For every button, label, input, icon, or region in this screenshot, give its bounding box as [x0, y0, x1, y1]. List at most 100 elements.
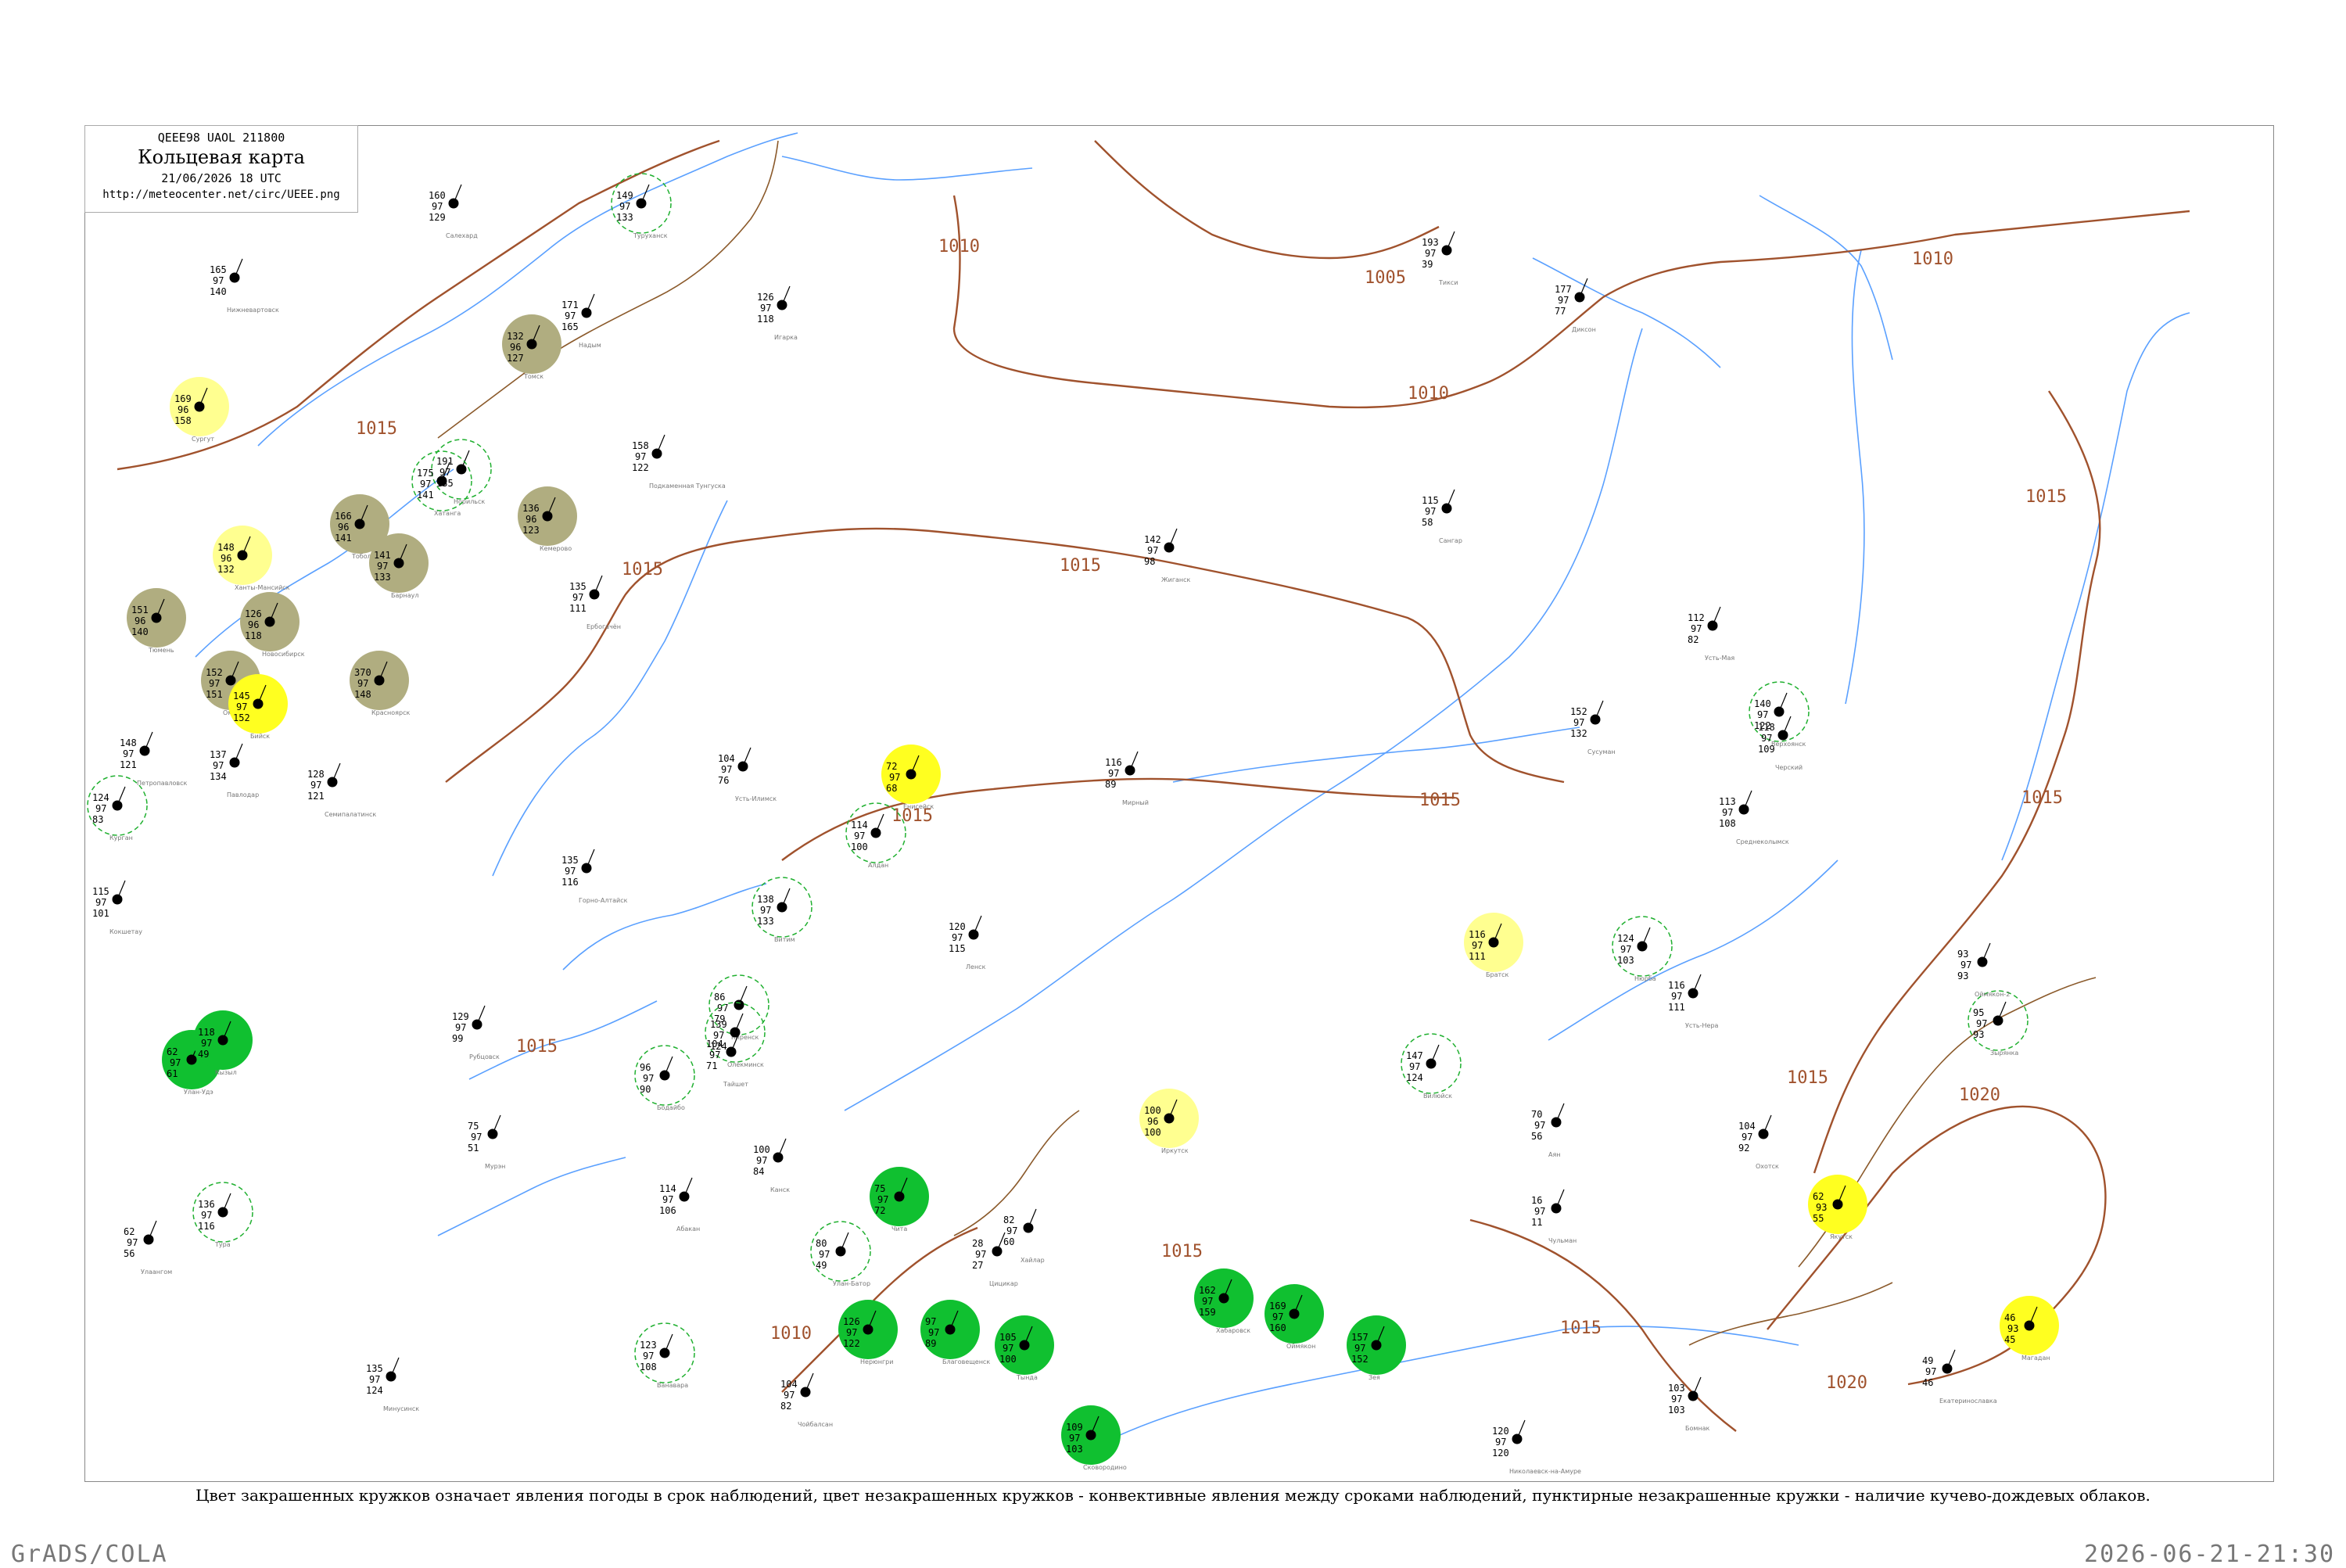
station-plot[interactable]: 15297132 Сусуман — [1570, 700, 1616, 755]
station-plot[interactable]: 11397108 Среднеколымск — [1719, 790, 1789, 845]
station-plot[interactable]: 15897122 Подкаменная Тунгуска — [632, 434, 726, 490]
station-plot[interactable]: 1049771 Тайшет — [706, 1032, 748, 1088]
station-plot[interactable]: 1299799 Рубцовск — [452, 1005, 500, 1060]
station-plot[interactable]: 959793 Зырянка — [1968, 990, 2029, 1057]
station-plot[interactable]: 809749 Улан-Батор — [810, 1221, 871, 1287]
station-plot[interactable]: 14797124 Вилюйск — [1401, 1033, 1462, 1100]
station-pressure: 97 — [1722, 807, 1733, 818]
station-plot[interactable]: 13597116 Горно-Алтайск — [561, 849, 628, 904]
station-plot[interactable]: 16097129 Салехард — [429, 184, 478, 239]
station-plot[interactable]: 1779777 Диксон — [1555, 278, 1596, 333]
station-plot[interactable]: 10597100 Тында — [995, 1315, 1054, 1381]
station-plot[interactable]: 12696118 Новосибирск — [240, 592, 305, 658]
station-pressure: 97 — [1761, 733, 1772, 744]
station-plot[interactable]: 13697116 Тура — [192, 1182, 253, 1248]
station-plot[interactable]: 169711 Чульман — [1531, 1189, 1577, 1244]
station-plot[interactable]: 1049782 Чойбалсан — [780, 1372, 833, 1428]
station-plot[interactable]: 469345 Магадан — [2000, 1296, 2059, 1362]
station-plot[interactable]: 19197135Норильск — [431, 439, 492, 505]
station-plot[interactable]: 979789Благовещенск — [920, 1300, 990, 1365]
station-plot[interactable]: 11697111 Усть-Нера — [1668, 974, 1719, 1029]
station-value: 116 — [561, 877, 579, 888]
station-pressure: 97 — [1147, 545, 1158, 556]
isobar-label: 1015 — [2025, 487, 2067, 507]
station-plot[interactable]: 1939739 Тикси — [1422, 231, 1458, 286]
station-plot[interactable]: 13797134 Павлодар — [210, 743, 259, 798]
map-url[interactable]: http://meteocenter.net/circ/UEEE.png — [85, 188, 357, 201]
station-value: 141 — [417, 490, 434, 501]
station-name: Хабаровск — [1216, 1327, 1250, 1334]
station-plot[interactable]: 1009784 Канск — [753, 1138, 790, 1193]
station-plot[interactable]: 14197133 Барнаул — [369, 533, 429, 599]
station-temperature: 104 — [706, 1039, 723, 1050]
station-plot[interactable]: 939793 Оймякон-2 — [1957, 942, 2010, 998]
station-plot[interactable]: 10997103 Сковородино — [1061, 1405, 1127, 1471]
station-plot[interactable]: 16297159 Хабаровск — [1194, 1268, 1254, 1334]
station-name: Чойбалсан — [798, 1421, 833, 1428]
station-name: Семипалатинск — [325, 811, 376, 818]
station-plot[interactable]: 12697118 Игарка — [757, 285, 798, 341]
station-temperature: 114 — [659, 1183, 676, 1194]
station-plot[interactable]: 12097115 Ленск — [949, 915, 986, 971]
station-plot[interactable]: 729768 Енисейск — [881, 745, 941, 810]
station-value: 133 — [616, 212, 633, 223]
station-plot[interactable]: 17197165 Надым — [561, 293, 601, 349]
station-plot[interactable]: 12397108 Ванавара — [634, 1322, 695, 1389]
station-temperature: 169 — [174, 393, 192, 404]
station-plot[interactable]: 499746 Екатеринославка — [1922, 1349, 1997, 1405]
station-plot[interactable]: 13897133 Витим — [752, 877, 812, 943]
isobar-1010-north — [952, 195, 2190, 409]
station-plot[interactable]: 629355 Якутск — [1808, 1175, 1867, 1240]
station-plot[interactable]: 11497106 Абакан — [659, 1177, 700, 1233]
station-name: Надым — [579, 342, 601, 349]
station-plot[interactable]: 12097120 Николаевск-на-Амуре — [1492, 1419, 1581, 1475]
station-plot[interactable]: 829760 Хайлар — [1003, 1208, 1045, 1264]
station-plot[interactable]: 11597101 Кокшетау — [92, 880, 142, 935]
station-name: Кемерово — [540, 545, 572, 552]
station-value: 84 — [753, 1166, 764, 1177]
synoptic-map[interactable]: 1010 1005 1010 1010 1015 1015 1015 1015 … — [0, 0, 2346, 1564]
isobar-label: 1015 — [1787, 1068, 1828, 1088]
station-value: 116 — [198, 1221, 215, 1232]
station-plot[interactable]: 709756 Аян — [1531, 1103, 1565, 1158]
station-plot[interactable]: 11697111 Братск — [1464, 913, 1523, 978]
station-value: 49 — [198, 1049, 209, 1060]
station-plot[interactable]: 37097148 Красноярск — [350, 651, 410, 716]
station-plot[interactable]: 1159758 Сангар — [1422, 489, 1462, 544]
station-plot[interactable]: 14597152 Бийск — [228, 674, 288, 740]
station-plot[interactable]: 16997160 Оймякон — [1264, 1284, 1324, 1350]
station-plot[interactable]: 13597124 Минусинск — [366, 1357, 419, 1412]
station-plot[interactable]: 759772 Чита — [870, 1167, 929, 1233]
station-plot[interactable]: 12697122 Нерюнгри — [838, 1300, 898, 1365]
station-plot[interactable]: 13696123 Кемерово — [518, 486, 577, 552]
station-value: 152 — [233, 712, 250, 723]
station-pressure: 97 — [784, 1390, 795, 1401]
station-plot[interactable]: 15196140 Тюмень — [127, 588, 186, 654]
station-plot[interactable]: 13296127 Томск — [502, 314, 561, 380]
station-plot[interactable]: 12897121 Семипалатинск — [307, 762, 376, 818]
station-plot[interactable]: 13597111 Ербогачён — [569, 575, 621, 630]
station-layer: 16597140Нижневартовск 16996158Сургут 14896… — [87, 173, 2059, 1475]
station-value: 49 — [816, 1260, 827, 1271]
station-name: Бомнак — [1685, 1425, 1710, 1432]
station-plot[interactable]: 1129782 Усть-Мая — [1688, 606, 1734, 662]
station-temperature: 157 — [1351, 1332, 1368, 1343]
station-temperature: 135 — [561, 855, 579, 866]
station-plot[interactable]: 1049792 Охотск — [1738, 1114, 1779, 1170]
isobar-label: 1010 — [1408, 384, 1449, 404]
station-temperature: 151 — [131, 605, 149, 615]
station-plot[interactable]: 759751 Мурэн — [468, 1114, 505, 1170]
station-name: Игарка — [774, 334, 798, 341]
station-pressure: 97 — [127, 1237, 138, 1248]
station-plot[interactable]: 16996158 Сургут — [170, 377, 229, 443]
station-plot[interactable]: 1429798 Жиганск — [1144, 528, 1191, 583]
isobar-label: 1005 — [1365, 268, 1406, 288]
station-plot[interactable]: 969790 Бодайбо — [634, 1045, 695, 1111]
station-plot[interactable]: 629756 Улаангом — [124, 1220, 172, 1276]
station-plot[interactable]: 1049776 Усть-Илимск — [718, 747, 777, 802]
station-value: 127 — [507, 353, 524, 364]
station-plot[interactable]: 14896132 Ханты-Мансийск — [213, 526, 290, 591]
station-plot[interactable]: 10096100 Иркутск — [1139, 1089, 1199, 1154]
station-temperature: 135 — [366, 1363, 383, 1374]
station-plot[interactable]: 16597140 Нижневартовск — [210, 258, 279, 314]
